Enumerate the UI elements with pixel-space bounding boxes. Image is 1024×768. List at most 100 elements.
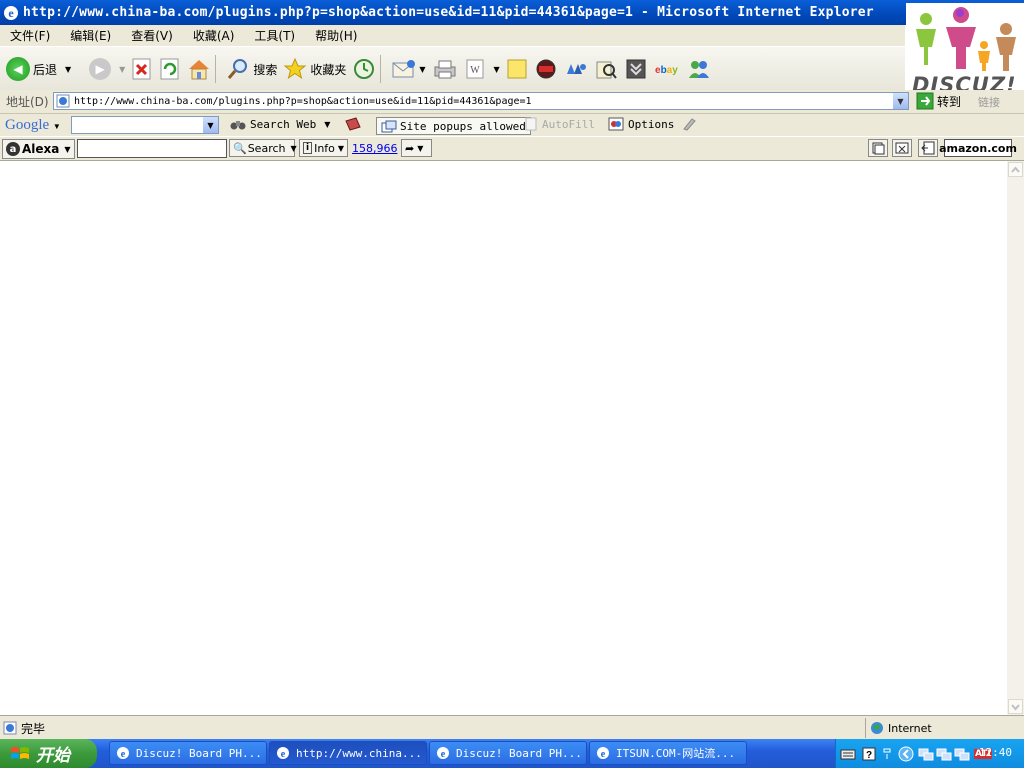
scroll-up-icon bbox=[1011, 166, 1020, 173]
refresh-icon bbox=[160, 58, 179, 80]
alexa-logo-button[interactable]: a Alexa ▼ bbox=[2, 139, 75, 159]
google-search-input[interactable]: ▼ bbox=[71, 116, 219, 134]
vertical-scrollbar[interactable] bbox=[1007, 161, 1024, 715]
alexa-popup-button[interactable] bbox=[892, 139, 912, 157]
menu-edit[interactable]: 编辑(E) bbox=[60, 27, 121, 44]
popup-killer-icon bbox=[895, 142, 909, 154]
alexa-related-button[interactable]: ➦ ▼ bbox=[401, 139, 432, 157]
taskbar-item-china-ba[interactable]: e http://www.china... bbox=[269, 741, 427, 765]
menu-file[interactable]: 文件(F) bbox=[0, 27, 60, 44]
edit-dropdown-icon[interactable]: ▼ bbox=[494, 65, 500, 74]
network-icon-3[interactable] bbox=[954, 747, 970, 761]
windows-flag-icon bbox=[11, 746, 29, 759]
research-button[interactable] bbox=[594, 53, 618, 85]
alexa-back-button[interactable] bbox=[918, 139, 938, 157]
menu-help[interactable]: 帮助(H) bbox=[305, 27, 367, 44]
history-button[interactable] bbox=[352, 53, 376, 85]
menu-view[interactable]: 查看(V) bbox=[121, 27, 183, 44]
alexa-info-button[interactable]: i Info ▼ bbox=[299, 139, 348, 157]
popup-blocker-box[interactable]: Site popups allowed bbox=[376, 117, 531, 135]
note-button[interactable] bbox=[506, 53, 528, 85]
window-icon bbox=[872, 142, 885, 155]
address-dropdown-button[interactable]: ▼ bbox=[893, 93, 908, 109]
taskbar-item-itsun[interactable]: e ITSUN.COM-网站流... bbox=[589, 741, 747, 765]
alexa-toolbar: a Alexa ▼ 🔍 Search ▼ i Info ▼ 158,966 ➦ … bbox=[0, 137, 1024, 161]
star-icon bbox=[283, 57, 307, 80]
svg-text:e: e bbox=[441, 749, 446, 760]
taskbar: 开始 e Discuz! Board PH... e http://www.ch… bbox=[0, 739, 1024, 768]
mail-dropdown-icon[interactable]: ▼ bbox=[419, 65, 425, 74]
network-icon[interactable] bbox=[918, 747, 934, 761]
network-icon-2[interactable] bbox=[936, 747, 952, 761]
ebay-button[interactable]: ebay bbox=[654, 53, 680, 85]
forward-dropdown-icon[interactable]: ▼ bbox=[119, 65, 125, 74]
search-web-dropdown-icon[interactable]: ▼ bbox=[324, 120, 330, 129]
contacts-button[interactable] bbox=[686, 53, 712, 85]
back-dropdown-icon[interactable]: ▼ bbox=[65, 65, 71, 74]
google-search-dropdown[interactable]: ▼ bbox=[203, 117, 218, 133]
alexa-window-button[interactable] bbox=[868, 139, 888, 157]
svg-text:e: e bbox=[121, 749, 126, 760]
alexa-info-label: Info bbox=[314, 141, 335, 155]
download-button[interactable] bbox=[624, 53, 648, 85]
word-icon: W bbox=[466, 59, 484, 79]
stop-icon bbox=[132, 58, 151, 80]
ie-icon: e bbox=[277, 747, 289, 760]
messenger-icon bbox=[566, 64, 586, 74]
messenger-button[interactable] bbox=[564, 53, 588, 85]
clock[interactable]: 12:40 bbox=[979, 746, 1012, 759]
ebay-icon: ebay bbox=[655, 65, 678, 76]
show-hidden-icons[interactable] bbox=[898, 746, 914, 762]
toolbar-separator bbox=[215, 55, 217, 83]
autofill-icon bbox=[525, 117, 537, 131]
mail-button[interactable]: ▼ bbox=[391, 53, 426, 85]
svg-text:W: W bbox=[470, 65, 480, 76]
popups-label: Site popups allowed bbox=[400, 119, 526, 133]
search-button[interactable]: 搜索 bbox=[226, 53, 277, 85]
go-arrow-icon bbox=[916, 92, 934, 110]
keyboard-icon[interactable] bbox=[840, 747, 856, 761]
title-bar: e http://www.china-ba.com/plugins.php?p=… bbox=[0, 0, 1024, 25]
stop-button[interactable] bbox=[131, 53, 153, 85]
alexa-search-input[interactable] bbox=[77, 139, 227, 158]
alexa-search-button[interactable]: 🔍 Search ▼ bbox=[229, 139, 297, 157]
links-label[interactable]: 链接 bbox=[978, 94, 1000, 110]
menu-favorites[interactable]: 收藏(A) bbox=[183, 27, 245, 44]
address-input[interactable]: http://www.china-ba.com/plugins.php?p=sh… bbox=[53, 92, 909, 110]
menu-tools[interactable]: 工具(T) bbox=[244, 27, 305, 44]
help-icon[interactable]: ? bbox=[862, 747, 876, 761]
print-button[interactable] bbox=[432, 53, 458, 85]
alexa-rank-link[interactable]: 158,966 bbox=[352, 142, 398, 155]
search-web-button[interactable]: Search Web ▼ bbox=[230, 117, 330, 131]
popup-icon bbox=[381, 120, 397, 132]
scroll-down-button[interactable] bbox=[1008, 699, 1023, 714]
address-url: http://www.china-ba.com/plugins.php?p=sh… bbox=[74, 95, 532, 107]
autofill-button[interactable]: AutoFill bbox=[524, 117, 595, 131]
back-button[interactable]: ◀ 后退 ▼ bbox=[6, 53, 71, 85]
ie-icon: e bbox=[4, 5, 18, 20]
go-button[interactable]: 转到 bbox=[916, 92, 961, 110]
home-button[interactable] bbox=[187, 53, 211, 85]
task-label: Discuz! Board PH... bbox=[456, 746, 582, 760]
refresh-button[interactable] bbox=[159, 53, 181, 85]
amazon-button[interactable]: amazon.com bbox=[939, 139, 1017, 157]
back-page-icon bbox=[921, 141, 935, 155]
popup-blocker-button[interactable]: Site popups allowed bbox=[376, 117, 531, 135]
highlight-button[interactable] bbox=[682, 117, 696, 131]
language-bar-icon[interactable] bbox=[882, 747, 892, 761]
scroll-up-button[interactable] bbox=[1008, 162, 1023, 177]
news-button[interactable] bbox=[344, 117, 362, 131]
forward-button[interactable]: ▶ ▼ bbox=[77, 53, 125, 85]
google-menu-dropdown-icon: ▼ bbox=[52, 121, 61, 131]
start-button[interactable]: 开始 bbox=[0, 739, 97, 768]
news-icon bbox=[345, 117, 361, 131]
alexa-info-dropdown-icon: ▼ bbox=[337, 143, 345, 153]
info-icon: i bbox=[303, 142, 313, 154]
favorites-button[interactable]: 收藏夹 bbox=[283, 53, 346, 85]
taskbar-item-discuz-1[interactable]: e Discuz! Board PH... bbox=[109, 741, 267, 765]
game-button[interactable] bbox=[534, 53, 558, 85]
taskbar-item-discuz-2[interactable]: e Discuz! Board PH... bbox=[429, 741, 587, 765]
edit-word-button[interactable]: W ▼ bbox=[464, 53, 500, 85]
google-logo[interactable]: Google ▼ bbox=[5, 117, 61, 134]
options-button[interactable]: Options bbox=[608, 117, 674, 131]
